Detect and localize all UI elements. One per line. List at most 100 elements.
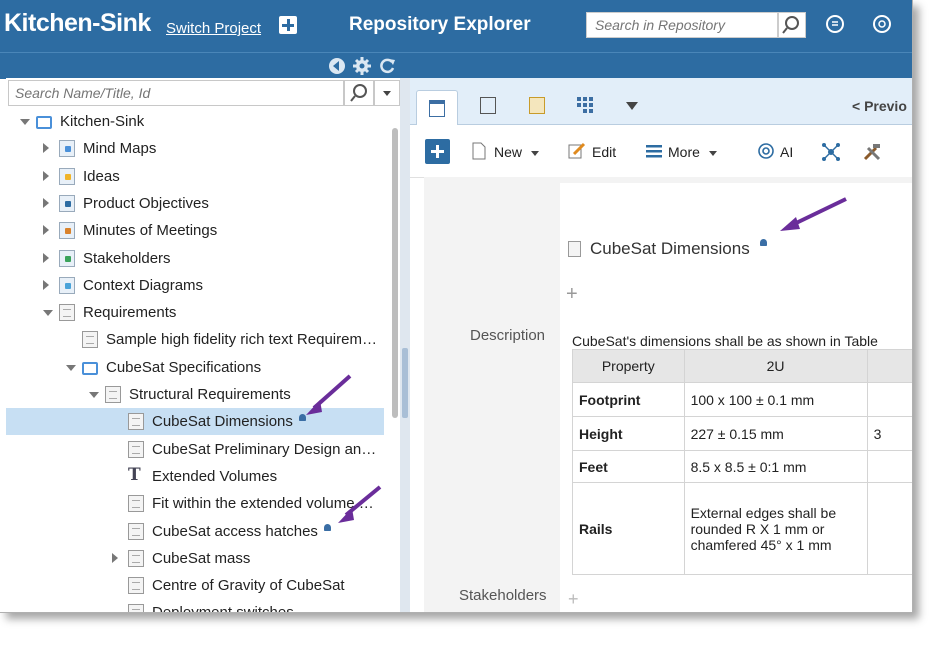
tree-item[interactable]: Deployment switches bbox=[6, 599, 384, 612]
tree-item-label: Mind Maps bbox=[83, 140, 157, 158]
tree-item[interactable]: CubeSat mass bbox=[6, 545, 384, 572]
table-row: Footprint 100 x 100 ± 0.1 mm bbox=[572, 382, 912, 417]
text-icon: T bbox=[128, 464, 141, 485]
search-options-dropdown[interactable] bbox=[374, 80, 400, 106]
edit-icon bbox=[568, 142, 586, 159]
description-label: Description bbox=[470, 327, 546, 344]
tree-item-label: Structural Requirements bbox=[129, 386, 291, 403]
tree-item-label: Minutes of Meetings bbox=[83, 222, 218, 240]
tab-details[interactable] bbox=[416, 90, 458, 126]
document-icon bbox=[128, 495, 144, 513]
tab-hierarchy[interactable] bbox=[517, 88, 557, 124]
stakeholder-icon bbox=[59, 249, 75, 267]
add-button[interactable] bbox=[425, 139, 450, 164]
expanded-caret-icon[interactable] bbox=[20, 119, 30, 125]
tab-grid[interactable] bbox=[565, 88, 605, 124]
table-cell-value: 100 x 100 ± 0.1 mm bbox=[683, 382, 868, 417]
repository-search-input[interactable] bbox=[586, 12, 778, 38]
tree-item[interactable]: Product Objectives bbox=[6, 190, 384, 217]
collapsed-caret-icon[interactable] bbox=[43, 279, 49, 290]
collapsed-caret-icon[interactable] bbox=[43, 225, 49, 236]
table-cell-property: Height bbox=[572, 416, 685, 451]
tree-item[interactable]: Stakeholders bbox=[6, 245, 384, 272]
add-stakeholder-button[interactable]: + bbox=[568, 589, 579, 610]
folder-open-icon bbox=[36, 116, 52, 129]
tree-item[interactable]: Fit within the extended volume of the de… bbox=[6, 490, 384, 517]
tree-item[interactable]: Kitchen-Sink bbox=[6, 108, 384, 135]
network-icon[interactable] bbox=[821, 142, 841, 162]
tree-item[interactable]: Sample high fidelity rich text Requireme… bbox=[6, 326, 384, 353]
notification-bell-icon bbox=[760, 239, 767, 246]
tree-item-label: CubeSat access hatches bbox=[152, 522, 318, 540]
collapsed-caret-icon[interactable] bbox=[112, 552, 118, 563]
idea-icon bbox=[59, 167, 75, 185]
splitter-handle[interactable] bbox=[402, 348, 408, 418]
refresh-icon[interactable] bbox=[378, 57, 396, 75]
tree-item[interactable]: Context Diagrams bbox=[6, 272, 384, 299]
annotation-arrow bbox=[338, 485, 382, 523]
collapsed-caret-icon[interactable] bbox=[43, 143, 49, 154]
table-header-2u: 2U bbox=[683, 349, 868, 383]
panel-splitter[interactable] bbox=[400, 78, 410, 612]
requirements-icon bbox=[59, 304, 75, 322]
table-cell-extra bbox=[866, 482, 912, 575]
folder-icon bbox=[82, 361, 98, 375]
dimensions-table: Property 2U Footprint 100 x 100 ± 0.1 mm H… bbox=[572, 349, 912, 575]
table-cell-value: External edges shall be rounded R X 1 mm… bbox=[683, 482, 868, 575]
tree-item[interactable]: T Extended Volumes bbox=[6, 463, 384, 490]
gear-icon[interactable] bbox=[353, 57, 371, 75]
meeting-icon bbox=[59, 222, 75, 240]
chevron-down-icon bbox=[383, 91, 391, 96]
expanded-caret-icon[interactable] bbox=[43, 310, 53, 317]
edit-button-label: Edit bbox=[592, 144, 617, 160]
tree-item[interactable]: Mind Maps bbox=[6, 135, 384, 162]
add-property-button[interactable]: + bbox=[566, 283, 578, 306]
settings-icon[interactable] bbox=[873, 15, 891, 33]
tree-item[interactable]: CubeSat access hatches bbox=[6, 518, 384, 545]
tree-item-label: CubeSat Preliminary Design and Analysis bbox=[152, 440, 378, 458]
table-cell-value: 227 ± 0.15 mm bbox=[683, 416, 868, 451]
switch-project-link[interactable]: Switch Project bbox=[166, 20, 261, 37]
tree-scrollbar[interactable] bbox=[392, 128, 398, 418]
tree-item[interactable]: CubeSat Preliminary Design and Analysis bbox=[6, 436, 384, 463]
tree-item[interactable]: Minutes of Meetings bbox=[6, 217, 384, 244]
table-cell-property: Rails bbox=[572, 482, 685, 575]
table-cell-extra bbox=[866, 382, 912, 417]
tree-item[interactable]: Requirements bbox=[6, 299, 384, 326]
ai-button-label: AI bbox=[780, 144, 794, 160]
tree-search-button[interactable] bbox=[344, 80, 374, 106]
collapsed-caret-icon[interactable] bbox=[43, 197, 49, 208]
tasks-icon[interactable] bbox=[826, 15, 844, 33]
new-button-label: New bbox=[494, 144, 523, 160]
tree-item[interactable]: Ideas bbox=[6, 163, 384, 190]
detail-panel: < Previo New Edit More AI Description St… bbox=[410, 78, 912, 612]
more-button-label: More bbox=[668, 144, 700, 160]
collapsed-caret-icon[interactable] bbox=[43, 252, 49, 263]
table-cell-extra bbox=[866, 450, 912, 483]
chevron-down-icon bbox=[709, 151, 717, 156]
expanded-caret-icon[interactable] bbox=[66, 364, 76, 371]
notification-bell-icon bbox=[324, 523, 331, 531]
expanded-caret-icon[interactable] bbox=[89, 392, 99, 398]
add-icon[interactable] bbox=[279, 16, 297, 34]
tools-icon[interactable] bbox=[862, 142, 882, 162]
tree-item-label: Deployment switches bbox=[152, 604, 294, 612]
tab-document[interactable] bbox=[468, 88, 508, 124]
document-icon bbox=[128, 604, 144, 612]
previous-link[interactable]: < Previo bbox=[852, 98, 907, 114]
collapsed-caret-icon[interactable] bbox=[43, 170, 49, 181]
tree-search-input[interactable] bbox=[8, 80, 344, 106]
ai-icon bbox=[758, 143, 774, 159]
tree-item[interactable]: Centre of Gravity of CubeSat bbox=[6, 572, 384, 599]
hierarchy-view-icon bbox=[529, 97, 545, 114]
search-button[interactable] bbox=[778, 12, 806, 38]
tree-item-label: Extended Volumes bbox=[152, 467, 278, 485]
more-tabs-dropdown-icon[interactable] bbox=[626, 102, 638, 110]
annotation-arrow bbox=[306, 374, 352, 415]
new-document-icon bbox=[472, 142, 486, 160]
menu-icon bbox=[646, 145, 662, 158]
collapse-left-icon[interactable] bbox=[328, 57, 346, 75]
table-cell-extra: 3 bbox=[866, 416, 912, 451]
document-icon bbox=[128, 577, 144, 595]
document-card: CubeSat Dimensions + CubeSat's dimension… bbox=[560, 183, 912, 612]
